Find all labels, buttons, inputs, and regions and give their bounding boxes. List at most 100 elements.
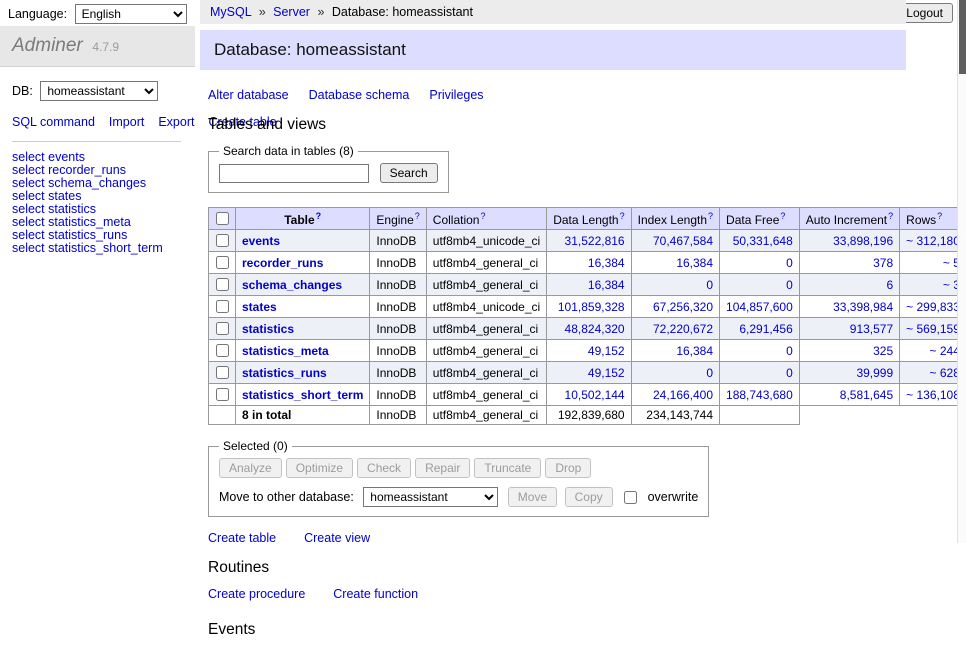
table-link[interactable]: recorder_runs [242,256,323,270]
table-link[interactable]: statistics [242,322,294,336]
rows-link[interactable]: ~ 628 [930,366,960,380]
index-length-link[interactable]: 16,384 [676,344,713,358]
row-checkbox[interactable] [216,300,229,313]
data-length-link[interactable]: 49,152 [588,366,625,380]
selected-action-button[interactable]: Optimize [286,458,353,478]
auto-increment-link[interactable]: 33,898,196 [833,234,893,248]
data-free-link[interactable]: 188,743,680 [726,388,793,402]
data-free-link[interactable]: 0 [786,366,793,380]
rows-link[interactable]: ~ 244 [930,344,960,358]
data-free-link[interactable]: 0 [786,278,793,292]
column-header: Table? [236,208,370,230]
table-link[interactable]: schema_changes [242,278,342,292]
column-help-link[interactable]: ? [415,211,420,221]
row-checkbox[interactable] [216,366,229,379]
data-length-link[interactable]: 16,384 [588,256,625,270]
auto-increment-cell: 913,577 [799,318,899,340]
row-checkbox[interactable] [216,388,229,401]
index-length-link[interactable]: 0 [706,366,713,380]
selected-action-button[interactable]: Analyze [219,458,282,478]
db-select[interactable]: homeassistant [40,81,158,101]
sidebar-action-link[interactable]: Import [109,115,144,129]
row-checkbox[interactable] [216,322,229,335]
data-free-cell: 0 [720,362,800,384]
table-link[interactable]: states [242,300,277,314]
index-length-link[interactable]: 70,467,584 [653,234,713,248]
copy-button[interactable]: Copy [565,487,613,507]
sidebar-action-link[interactable]: SQL command [12,115,95,129]
data-length-link[interactable]: 16,384 [588,278,625,292]
routine-link[interactable]: Create function [333,587,418,601]
table-link[interactable]: statistics_short_term [242,388,363,402]
breadcrumb-link-server[interactable]: Server [273,5,310,19]
rows-link[interactable]: ~ 299,833 [906,300,960,314]
row-checkbox[interactable] [216,344,229,357]
auto-increment-link[interactable]: 378 [873,256,893,270]
search-input[interactable] [219,164,369,183]
auto-increment-link[interactable]: 913,577 [850,322,893,336]
data-free-link[interactable]: 0 [786,344,793,358]
adminer-logo[interactable]: Adminer [12,35,83,56]
auto-increment-link[interactable]: 39,999 [856,366,893,380]
table-link[interactable]: statistics_runs [242,366,327,380]
data-length-link[interactable]: 101,859,328 [558,300,625,314]
rows-link[interactable]: ~ 136,108 [906,388,960,402]
selected-action-button[interactable]: Truncate [474,458,541,478]
index-length-link[interactable]: 72,220,672 [653,322,713,336]
index-length-link[interactable]: 24,166,400 [653,388,713,402]
column-help-link[interactable]: ? [620,211,625,221]
column-help-link[interactable]: ? [316,211,322,221]
index-length-link[interactable]: 0 [706,278,713,292]
row-checkbox[interactable] [216,234,229,247]
selected-action-button[interactable]: Drop [545,458,591,478]
selected-action-button[interactable]: Check [357,458,411,478]
database-nav-link[interactable]: Alter database [208,88,289,102]
scrollbar-thumb[interactable] [959,0,966,74]
routine-link[interactable]: Create procedure [208,587,305,601]
sidebar-table-link[interactable]: select statistics_short_term [12,242,183,255]
search-button[interactable]: Search [380,163,438,183]
routine-links: Create procedure Create function [208,587,898,601]
move-database-select[interactable]: homeassistant [363,487,498,507]
auto-increment-link[interactable]: 33,398,984 [833,300,893,314]
auto-increment-link[interactable]: 8,581,645 [840,388,893,402]
row-checkbox[interactable] [216,256,229,269]
sidebar-action-link[interactable]: Export [158,115,194,129]
column-help-link[interactable]: ? [888,211,893,221]
rows-link[interactable]: ~ 312,180 [906,234,960,248]
language-select[interactable]: English [75,4,187,24]
breadcrumb-link-mysql[interactable]: MySQL [210,5,251,19]
select-all-checkbox[interactable] [216,212,229,225]
selected-action-button[interactable]: Repair [415,458,470,478]
rows-link[interactable]: ~ 569,159 [906,322,960,336]
column-help-link[interactable]: ? [937,211,942,221]
routines-heading: Routines [208,559,898,577]
auto-increment-link[interactable]: 6 [886,278,893,292]
overwrite-checkbox[interactable] [624,491,637,504]
data-free-link[interactable]: 50,331,648 [733,234,793,248]
data-length-link[interactable]: 49,152 [588,344,625,358]
data-free-link[interactable]: 104,857,600 [726,300,793,314]
column-help-link[interactable]: ? [708,211,713,221]
database-nav-link[interactable]: Privileges [429,88,483,102]
database-nav-link[interactable]: Database schema [309,88,410,102]
create-link[interactable]: Create view [304,531,370,545]
data-free-link[interactable]: 0 [786,256,793,270]
create-link[interactable]: Create table [208,531,276,545]
data-length-cell: 10,502,144 [547,384,631,406]
index-length-link[interactable]: 16,384 [676,256,713,270]
vertical-scrollbar[interactable] [957,0,966,543]
column-help-link[interactable]: ? [480,211,485,221]
table-link[interactable]: events [242,234,280,248]
table-link[interactable]: statistics_meta [242,344,329,358]
column-help-link[interactable]: ? [780,211,785,221]
auto-increment-link[interactable]: 325 [873,344,893,358]
overwrite-label[interactable]: overwrite [648,490,699,504]
data-free-link[interactable]: 6,291,456 [739,322,792,336]
data-length-link[interactable]: 10,502,144 [565,388,625,402]
row-checkbox[interactable] [216,278,229,291]
index-length-link[interactable]: 67,256,320 [653,300,713,314]
data-length-link[interactable]: 48,824,320 [565,322,625,336]
data-length-link[interactable]: 31,522,816 [565,234,625,248]
move-button[interactable]: Move [508,487,557,507]
